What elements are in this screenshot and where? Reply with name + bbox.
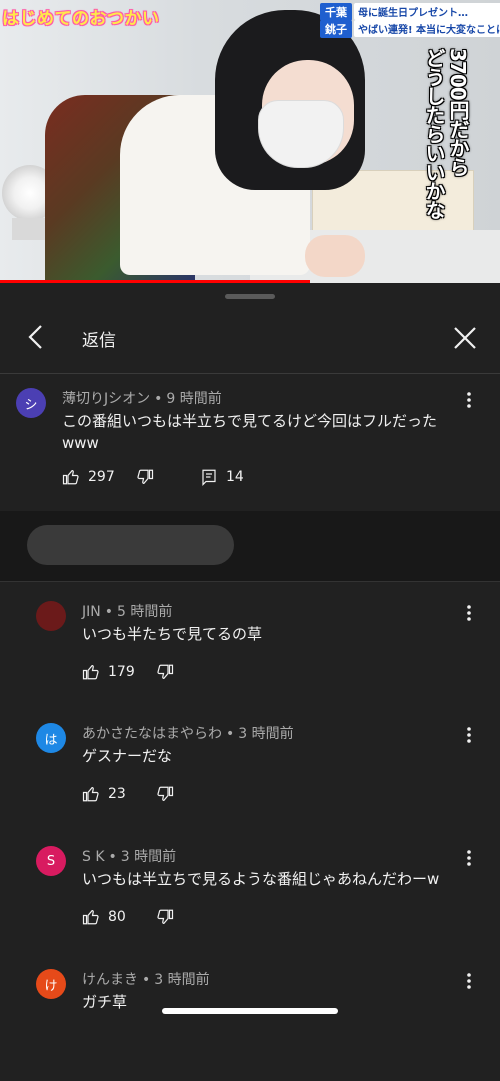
more-vert-icon[interactable] <box>462 603 476 623</box>
replies-sheet: 返信 シ 薄切りJシオン • 9 時間前 この番組いつもは半立ちで見てるけど今回はフ… <box>0 283 500 1024</box>
dislike-button[interactable] <box>156 663 174 681</box>
comment-time: 9 時間前 <box>166 391 222 407</box>
reply-item: け けんまき • 3 時間前 ガチ草 <box>0 961 500 1081</box>
comment-meta: けんまき • 3 時間前 <box>82 972 210 988</box>
section-divider <box>0 581 500 582</box>
dislike-button[interactable] <box>156 908 174 926</box>
comment-actions: 179 <box>82 663 382 685</box>
comment-text: いつもは半立ちで見るような番組じゃあねんだわーw <box>82 870 440 888</box>
dislike-button[interactable] <box>156 785 174 803</box>
home-indicator <box>162 1008 338 1014</box>
thumb-down-icon <box>157 909 174 924</box>
reply-item: は あかさたなはまやらわ • 3 時間前 ゲスナーだな 23 <box>0 715 500 835</box>
reply-item: S S K • 3 時間前 いつもは半立ちで見るような番組じゃあねんだわーw 80 <box>0 838 500 958</box>
reply-input-field[interactable] <box>27 525 234 565</box>
comment-text: この番組いつもは半立ちで見てるけど今回はフルだったwww <box>62 412 438 452</box>
more-vert-icon[interactable] <box>462 725 476 745</box>
reply-item: JIN • 5 時間前 いつも半たちで見てるの草 179 <box>0 593 500 713</box>
comment-meta: JIN • 5 時間前 <box>82 604 173 620</box>
comment-actions: 80 <box>82 908 382 930</box>
avatar[interactable]: シ <box>16 388 46 418</box>
more-vert-icon[interactable] <box>462 390 476 410</box>
comment-actions: 23 <box>82 785 382 807</box>
comment-time: 3 時間前 <box>154 972 210 988</box>
like-button[interactable]: 80 <box>82 908 126 926</box>
comment-author[interactable]: S K <box>82 849 105 865</box>
back-button[interactable] <box>22 323 50 351</box>
thumb-up-icon <box>82 787 99 802</box>
thumb-up-icon <box>82 665 99 680</box>
more-vert-icon[interactable] <box>462 848 476 868</box>
sheet-title: 返信 <box>82 331 116 351</box>
subtitle-caption-left: どうしたらいいかな <box>422 48 446 219</box>
headline-line-1: 母に誕生日プレゼント… <box>354 3 500 20</box>
comment-time: 3 時間前 <box>238 726 294 742</box>
reply-input-area <box>0 511 500 581</box>
location-tag-prefecture: 千葉 <box>320 3 352 21</box>
thumb-down-icon <box>157 664 174 679</box>
avatar[interactable]: け <box>36 969 66 999</box>
reply-comment-icon <box>202 469 216 486</box>
close-button[interactable] <box>450 323 480 353</box>
comment-time: 5 時間前 <box>117 604 173 620</box>
like-count: 297 <box>88 469 115 485</box>
comment-meta: 薄切りJシオン • 9 時間前 <box>62 391 222 407</box>
thumb-up-icon <box>62 470 79 485</box>
thumb-up-icon <box>82 910 99 925</box>
parent-comment: シ 薄切りJシオン • 9 時間前 この番組いつもは半立ちで見てるけど今回はフルだっ… <box>0 374 500 510</box>
drag-handle[interactable] <box>225 294 275 299</box>
thumb-down-icon <box>137 469 154 484</box>
comment-time: 3 時間前 <box>120 849 177 865</box>
thumb-down-icon <box>157 786 174 801</box>
avatar[interactable] <box>36 601 66 631</box>
comment-author[interactable]: JIN <box>82 604 101 620</box>
comment-actions: 297 14 <box>62 468 462 490</box>
headline-line-2: やばい連発! 本当に大変なことに… <box>354 20 500 37</box>
more-vert-icon[interactable] <box>462 971 476 991</box>
reply-count-button[interactable]: 14 <box>200 468 244 486</box>
show-logo: はじめてのおつかい <box>2 9 160 29</box>
girl-hand-image <box>305 235 365 277</box>
avatar[interactable]: は <box>36 723 66 753</box>
comment-text: ゲスナーだな <box>82 747 173 765</box>
close-icon <box>454 327 476 349</box>
like-count: 23 <box>108 786 126 802</box>
comment-author[interactable]: あかさたなはまやらわ <box>82 726 222 742</box>
subtitle-caption-right: 3700円だから <box>446 48 470 176</box>
like-count: 80 <box>108 909 126 925</box>
comment-meta: S K • 3 時間前 <box>82 849 177 865</box>
chevron-left-icon <box>28 325 42 349</box>
like-button[interactable]: 297 <box>62 468 115 486</box>
comment-author[interactable]: 薄切りJシオン <box>62 391 150 407</box>
like-button[interactable]: 179 <box>82 663 135 681</box>
reply-count: 14 <box>226 469 244 485</box>
location-tag-city: 銚子 <box>320 20 352 38</box>
sheet-header: 返信 <box>0 309 500 365</box>
like-count: 179 <box>108 664 135 680</box>
avatar[interactable]: S <box>36 846 66 876</box>
comment-text: いつも半たちで見てるの草 <box>82 625 263 643</box>
comment-meta: あかさたなはまやらわ • 3 時間前 <box>82 726 294 742</box>
dislike-button[interactable] <box>136 468 154 486</box>
comment-author[interactable]: けんまき <box>82 972 138 988</box>
video-player[interactable]: はじめてのおつかい 千葉 銚子 母に誕生日プレゼント… やばい連発! 本当に大変… <box>0 0 500 283</box>
like-button[interactable]: 23 <box>82 785 126 803</box>
